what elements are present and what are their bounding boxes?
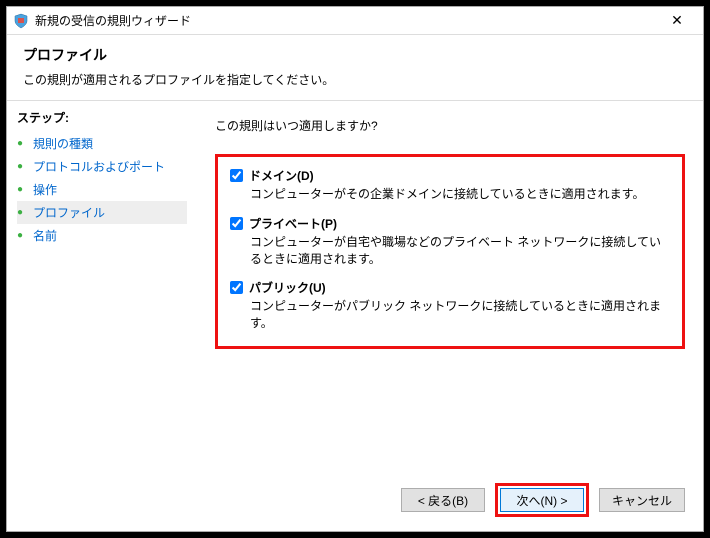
header: プロファイル この規則が適用されるプロファイルを指定してください。 bbox=[7, 35, 703, 101]
button-row: < 戻る(B) 次へ(N) > キャンセル bbox=[215, 479, 685, 523]
bullet-icon: ● bbox=[17, 184, 29, 195]
option-domain: ドメイン(D) コンピューターがその企業ドメインに接続しているときに適用されます… bbox=[230, 167, 670, 203]
option-public: パブリック(U) コンピューターがパブリック ネットワークに接続しているときに適… bbox=[230, 279, 670, 332]
option-desc: コンピューターがパブリック ネットワークに接続しているときに適用されます。 bbox=[250, 298, 670, 332]
sidebar-item-label: 規則の種類 bbox=[33, 135, 93, 152]
checkbox-domain[interactable] bbox=[230, 169, 243, 182]
option-private: プライベート(P) コンピューターが自宅や職場などのプライベート ネットワークに… bbox=[230, 215, 670, 268]
options-group: ドメイン(D) コンピューターがその企業ドメインに接続しているときに適用されます… bbox=[215, 154, 685, 349]
main-panel: この規則はいつ適用しますか? ドメイン(D) コンピューターがその企業ドメインに… bbox=[197, 101, 703, 531]
sidebar-item-rule-type[interactable]: ● 規則の種類 bbox=[17, 132, 187, 155]
bullet-icon: ● bbox=[17, 161, 29, 172]
option-label: ドメイン(D) bbox=[249, 167, 314, 184]
sidebar-item-label: 操作 bbox=[33, 181, 57, 198]
next-button[interactable]: 次へ(N) > bbox=[500, 488, 584, 512]
question-text: この規則はいつ適用しますか? bbox=[215, 117, 685, 134]
close-icon[interactable]: ✕ bbox=[657, 7, 697, 34]
wizard-window: 新規の受信の規則ウィザード ✕ プロファイル この規則が適用されるプロファイルを… bbox=[6, 6, 704, 532]
option-label: プライベート(P) bbox=[249, 215, 337, 232]
sidebar-item-label: 名前 bbox=[33, 227, 57, 244]
checkbox-public[interactable] bbox=[230, 281, 243, 294]
option-desc: コンピューターが自宅や職場などのプライベート ネットワークに接続しているときに適… bbox=[250, 234, 670, 268]
sidebar-item-action[interactable]: ● 操作 bbox=[17, 178, 187, 201]
firewall-icon bbox=[13, 13, 29, 29]
back-button[interactable]: < 戻る(B) bbox=[401, 488, 485, 512]
sidebar-item-profile[interactable]: ● プロファイル bbox=[17, 201, 187, 224]
page-title: プロファイル bbox=[23, 45, 687, 65]
bullet-icon: ● bbox=[17, 207, 29, 218]
option-label: パブリック(U) bbox=[249, 279, 326, 296]
bullet-icon: ● bbox=[17, 230, 29, 241]
sidebar-item-label: プロトコルおよびポート bbox=[33, 158, 165, 175]
window-title: 新規の受信の規則ウィザード bbox=[35, 12, 657, 29]
option-desc: コンピューターがその企業ドメインに接続しているときに適用されます。 bbox=[250, 186, 670, 203]
bullet-icon: ● bbox=[17, 138, 29, 149]
sidebar-title: ステップ: bbox=[17, 109, 187, 126]
next-button-highlight: 次へ(N) > bbox=[495, 483, 589, 517]
page-subtitle: この規則が適用されるプロファイルを指定してください。 bbox=[23, 71, 687, 88]
cancel-button[interactable]: キャンセル bbox=[599, 488, 685, 512]
sidebar-item-label: プロファイル bbox=[33, 204, 105, 221]
sidebar-item-protocol-port[interactable]: ● プロトコルおよびポート bbox=[17, 155, 187, 178]
titlebar: 新規の受信の規則ウィザード ✕ bbox=[7, 7, 703, 35]
sidebar-item-name[interactable]: ● 名前 bbox=[17, 224, 187, 247]
checkbox-private[interactable] bbox=[230, 217, 243, 230]
sidebar: ステップ: ● 規則の種類 ● プロトコルおよびポート ● 操作 ● プロファイ… bbox=[7, 101, 197, 531]
